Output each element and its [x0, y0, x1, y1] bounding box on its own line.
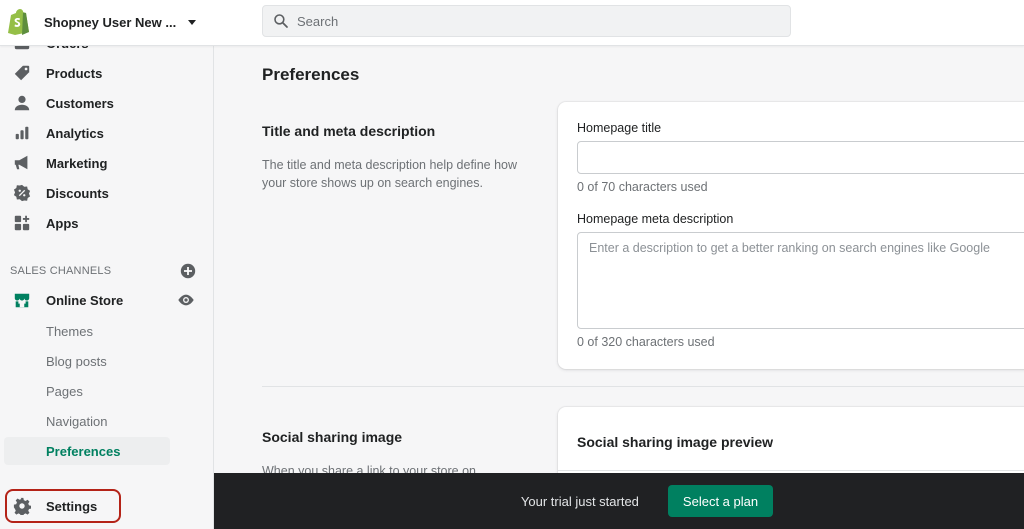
meta-description-label: Homepage meta description	[577, 212, 734, 226]
homepage-title-label: Homepage title	[577, 121, 662, 135]
gear-icon	[12, 496, 32, 516]
sidebar-item-marketing[interactable]: Marketing	[0, 148, 214, 178]
sidebar-item-apps[interactable]: Apps	[0, 208, 214, 238]
card-divider	[558, 470, 1024, 471]
search-bar[interactable]	[262, 5, 791, 37]
sidebar-item-label: Discounts	[46, 185, 109, 201]
sidebar-subitem-preferences[interactable]: Preferences	[4, 437, 170, 465]
apps-grid-icon	[12, 213, 32, 233]
store-switcher[interactable]: Shopney User New ...	[8, 6, 197, 38]
shopify-logo-icon	[8, 9, 29, 35]
sidebar-item-label: Settings	[46, 498, 98, 514]
homepage-title-input[interactable]	[577, 141, 1024, 174]
trial-banner: Your trial just started Select a plan	[214, 473, 1024, 529]
sidebar-item-products[interactable]: Products	[0, 58, 214, 88]
bar-chart-icon	[12, 123, 32, 143]
sidebar-item-settings[interactable]: Settings	[0, 491, 214, 521]
sales-channels-header: SALES CHANNELS	[10, 262, 196, 280]
person-icon	[12, 93, 32, 113]
sidebar-item-analytics[interactable]: Analytics	[0, 118, 214, 148]
sidebar-subitem-navigation[interactable]: Navigation	[4, 407, 170, 435]
select-plan-button[interactable]: Select a plan	[667, 485, 774, 517]
sidebar-item-label: Products	[46, 65, 103, 81]
top-bar: Shopney User New ...	[0, 0, 1024, 46]
meta-description-char-count: 0 of 320 characters used	[577, 335, 715, 349]
sidebar-item-label: Marketing	[46, 155, 108, 171]
social-sharing-heading: Social sharing image	[262, 429, 403, 445]
sidebar-item-discounts[interactable]: Discounts	[0, 178, 214, 208]
main-content: Preferences Title and meta description T…	[214, 46, 1024, 529]
search-input[interactable]	[297, 13, 777, 29]
add-sales-channel-icon[interactable]	[180, 263, 196, 279]
sidebar-subitem-blog-posts[interactable]: Blog posts	[4, 347, 170, 375]
store-icon	[12, 290, 32, 310]
sidebar-item-label: Customers	[46, 95, 114, 111]
search-icon	[274, 14, 288, 28]
chevron-down-icon	[188, 19, 197, 25]
megaphone-icon	[12, 153, 32, 173]
tag-icon	[12, 63, 32, 83]
view-store-eye-icon[interactable]	[177, 292, 195, 308]
section-divider	[262, 386, 1024, 387]
sidebar-subitem-themes[interactable]: Themes	[4, 317, 170, 345]
social-preview-title: Social sharing image preview	[577, 434, 774, 450]
sidebar-item-label: Analytics	[46, 125, 104, 141]
sales-channels-label: SALES CHANNELS	[10, 265, 112, 277]
sidebar-subitem-pages[interactable]: Pages	[4, 377, 170, 405]
sidebar-item-customers[interactable]: Customers	[0, 88, 214, 118]
homepage-title-char-count: 0 of 70 characters used	[577, 180, 708, 194]
store-name: Shopney User New ...	[44, 14, 177, 30]
title-meta-description: The title and meta description help defi…	[262, 158, 518, 190]
meta-description-textarea[interactable]	[577, 232, 1024, 329]
discount-badge-icon	[12, 183, 32, 203]
trial-status-text: Your trial just started	[520, 493, 639, 509]
sidebar-item-label: Online Store	[46, 292, 124, 308]
title-meta-card: Homepage title 0 of 70 characters used H…	[558, 102, 1024, 369]
sidebar: Orders Products Customers Analytics Mark…	[0, 0, 214, 529]
sidebar-item-label: Apps	[46, 215, 79, 231]
page-title: Preferences	[262, 65, 360, 84]
title-meta-heading: Title and meta description	[262, 123, 436, 139]
